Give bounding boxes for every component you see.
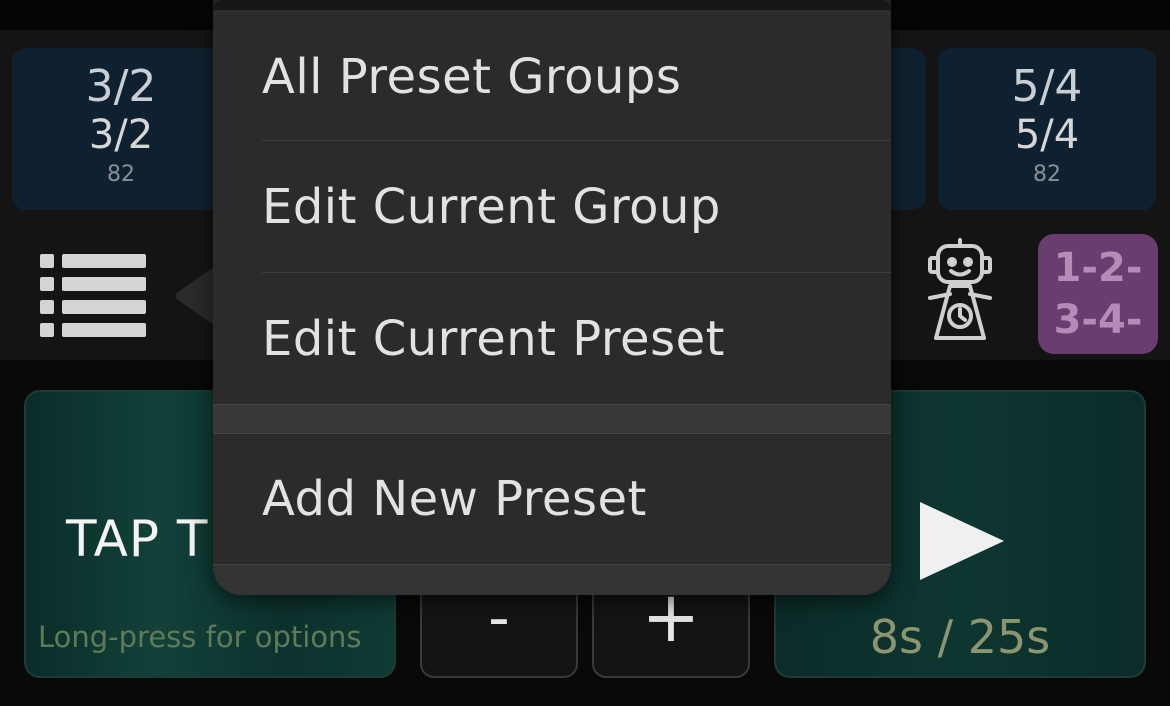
count-line-2: 3-4- xyxy=(1053,297,1143,343)
preset-time-signature-secondary: 5/4 xyxy=(1014,112,1080,158)
preset-time-signature: 3/2 xyxy=(85,61,157,112)
list-icon[interactable] xyxy=(38,252,148,340)
timer-readout: 8s / 25s xyxy=(869,610,1051,664)
menu-item-all-preset-groups[interactable]: All Preset Groups xyxy=(262,12,891,142)
count-line-1: 1-2- xyxy=(1053,245,1143,291)
metronome-robot-icon[interactable] xyxy=(924,238,996,350)
menu-divider xyxy=(262,272,891,273)
preset-menu: All Preset Groups Edit Current Group Edi… xyxy=(213,0,891,595)
preset-card-right[interactable]: 5/4 5/4 82 xyxy=(938,48,1156,210)
tap-hint: Long-press for options xyxy=(38,620,362,654)
preset-time-signature-secondary: 3/2 xyxy=(88,112,154,158)
preset-time-signature: 5/4 xyxy=(1011,61,1083,112)
popover-arrow xyxy=(176,264,218,328)
menu-item-edit-current-group[interactable]: Edit Current Group xyxy=(262,142,891,272)
preset-bpm: 82 xyxy=(107,162,135,187)
menu-section-separator xyxy=(213,404,891,434)
preset-card-left[interactable]: 3/2 3/2 82 xyxy=(12,48,230,210)
preset-bpm: 82 xyxy=(1033,162,1061,187)
menu-footer xyxy=(213,564,891,595)
menu-item-add-new-preset[interactable]: Add New Preset xyxy=(262,434,891,564)
menu-item-edit-current-preset[interactable]: Edit Current Preset xyxy=(262,274,891,404)
count-in-badge[interactable]: 1-2- 3-4- xyxy=(1038,234,1158,354)
play-icon xyxy=(920,502,1004,580)
menu-divider xyxy=(262,140,891,141)
